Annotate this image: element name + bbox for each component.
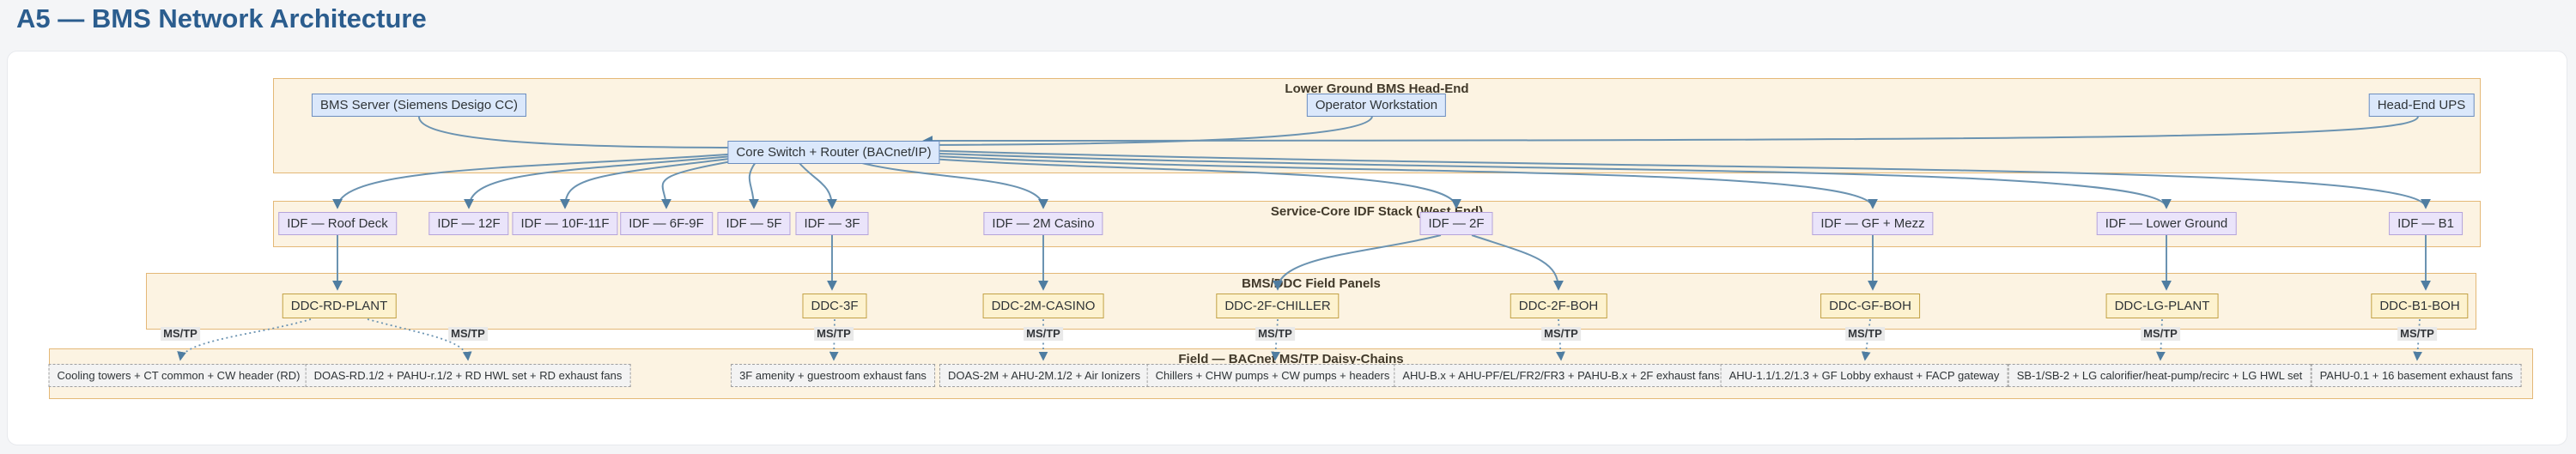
mstp-edge-label: MS/TP [2141, 327, 2180, 341]
mstp-edge-label: MS/TP [448, 327, 488, 341]
node-ddc-3f: DDC-3F [803, 294, 867, 318]
node-field-cooling-towers: Cooling towers + CT common + CW header (… [49, 364, 309, 387]
node-idf-2m-casino: IDF — 2M Casino [983, 212, 1103, 235]
node-bms-server: BMS Server (Siemens Desigo CC) [312, 94, 526, 117]
node-field-doas-rd: DOAS-RD.1/2 + PAHU-r.1/2 + RD HWL set + … [306, 364, 631, 387]
node-idf-10f-11f: IDF — 10F-11F [512, 212, 617, 235]
node-idf-5f: IDF — 5F [717, 212, 790, 235]
node-ddc-2m-casino: DDC-2M-CASINO [983, 294, 1104, 318]
mstp-edge-label: MS/TP [814, 327, 854, 341]
page-title: A5 — BMS Network Architecture [16, 3, 427, 34]
node-core-switch-router: Core Switch + Router (BACnet/IP) [727, 141, 939, 164]
node-field-chillers: Chillers + CHW pumps + CW pumps + header… [1147, 364, 1399, 387]
node-ddc-gf-boh: DDC-GF-BOH [1820, 294, 1920, 318]
band-ddc-panels-label: BMS/DDC Field Panels [1242, 276, 1381, 291]
node-idf-roof-deck: IDF — Roof Deck [278, 212, 397, 235]
node-idf-6f-9f: IDF — 6F-9F [620, 212, 713, 235]
node-ddc-b1-boh: DDC-B1-BOH [2371, 294, 2468, 318]
node-idf-3f: IDF — 3F [795, 212, 868, 235]
mstp-edge-label: MS/TP [1845, 327, 1885, 341]
node-ddc-2f-chiller: DDC-2F-CHILLER [1216, 294, 1339, 318]
node-field-pahu-basement: PAHU-0.1 + 16 basement exhaust fans [2312, 364, 2522, 387]
node-ddc-rd-plant: DDC-RD-PLANT [283, 294, 397, 318]
node-ddc-2f-boh: DDC-2F-BOH [1510, 294, 1607, 318]
node-ddc-lg-plant: DDC-LG-PLANT [2106, 294, 2219, 318]
node-field-doas-2m: DOAS-2M + AHU-2M.1/2 + Air Ionizers [939, 364, 1149, 387]
node-field-ahu-bx: AHU-B.x + AHU-PF/EL/FR2/FR3 + PAHU-B.x +… [1394, 364, 1728, 387]
node-idf-gf-mezz: IDF — GF + Mezz [1812, 212, 1933, 235]
node-operator-workstation: Operator Workstation [1307, 94, 1446, 117]
node-idf-2f: IDF — 2F [1419, 212, 1492, 235]
band-head-end: Lower Ground BMS Head-End [273, 78, 2481, 173]
node-field-ahu-lobby: AHU-1.1/1.2/1.3 + GF Lobby exhaust + FAC… [1721, 364, 2008, 387]
mstp-edge-label: MS/TP [1255, 327, 1295, 341]
node-head-end-ups: Head-End UPS [2369, 94, 2475, 117]
mstp-edge-label: MS/TP [1541, 327, 1581, 341]
mstp-edge-label: MS/TP [161, 327, 200, 341]
node-idf-lower-ground: IDF — Lower Ground [2097, 212, 2237, 235]
node-idf-b1: IDF — B1 [2389, 212, 2463, 235]
node-field-3f-amenity: 3F amenity + guestroom exhaust fans [731, 364, 935, 387]
node-idf-12f: IDF — 12F [428, 212, 508, 235]
mstp-edge-label: MS/TP [1024, 327, 1063, 341]
node-field-sb-calorifier: SB-1/SB-2 + LG calorifier/heat-pump/reci… [2008, 364, 2312, 387]
mstp-edge-label: MS/TP [2397, 327, 2437, 341]
